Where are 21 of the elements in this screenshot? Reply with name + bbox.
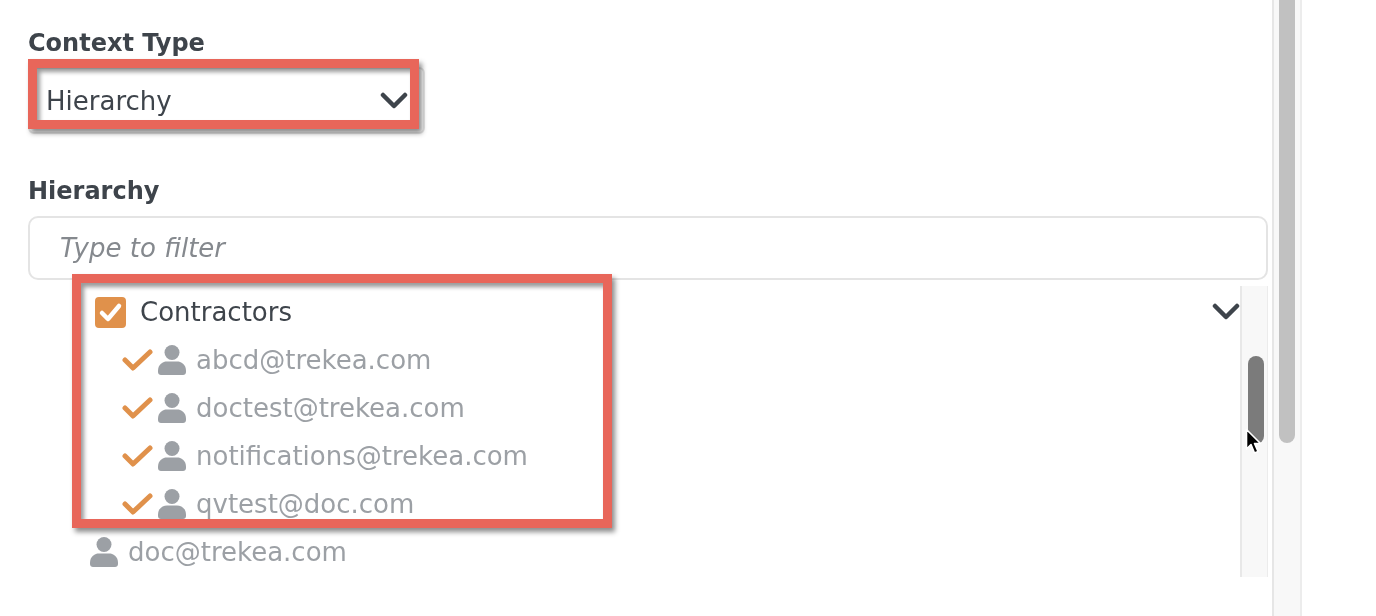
- filter-input[interactable]: Type to filter: [28, 216, 1268, 280]
- person-icon: [158, 393, 186, 423]
- user-email[interactable]: abcd@trekea.com: [196, 345, 432, 375]
- scrollbar-thumb[interactable]: [1248, 356, 1264, 444]
- scrollbar-thumb[interactable]: [1279, 0, 1295, 443]
- scrollbar-track[interactable]: [1240, 286, 1268, 577]
- field-label: Context Type: [28, 28, 205, 59]
- mouse-cursor-icon: [1245, 428, 1263, 456]
- group-name[interactable]: Contractors: [140, 297, 292, 327]
- field-label: Hierarchy: [28, 176, 160, 207]
- checkbox[interactable]: [95, 296, 126, 328]
- person-icon: [158, 489, 186, 519]
- person-icon: [158, 441, 186, 471]
- person-icon: [158, 345, 186, 375]
- user-email[interactable]: doc@trekea.com: [128, 537, 347, 567]
- chevron-down-icon: [380, 92, 408, 109]
- scrollbar-track[interactable]: [1272, 0, 1302, 616]
- chevron-down-icon[interactable]: [1212, 303, 1240, 321]
- user-email[interactable]: doctest@trekea.com: [196, 393, 465, 423]
- user-email[interactable]: notifications@trekea.com: [196, 441, 528, 471]
- user-email[interactable]: qvtest@doc.com: [196, 489, 415, 519]
